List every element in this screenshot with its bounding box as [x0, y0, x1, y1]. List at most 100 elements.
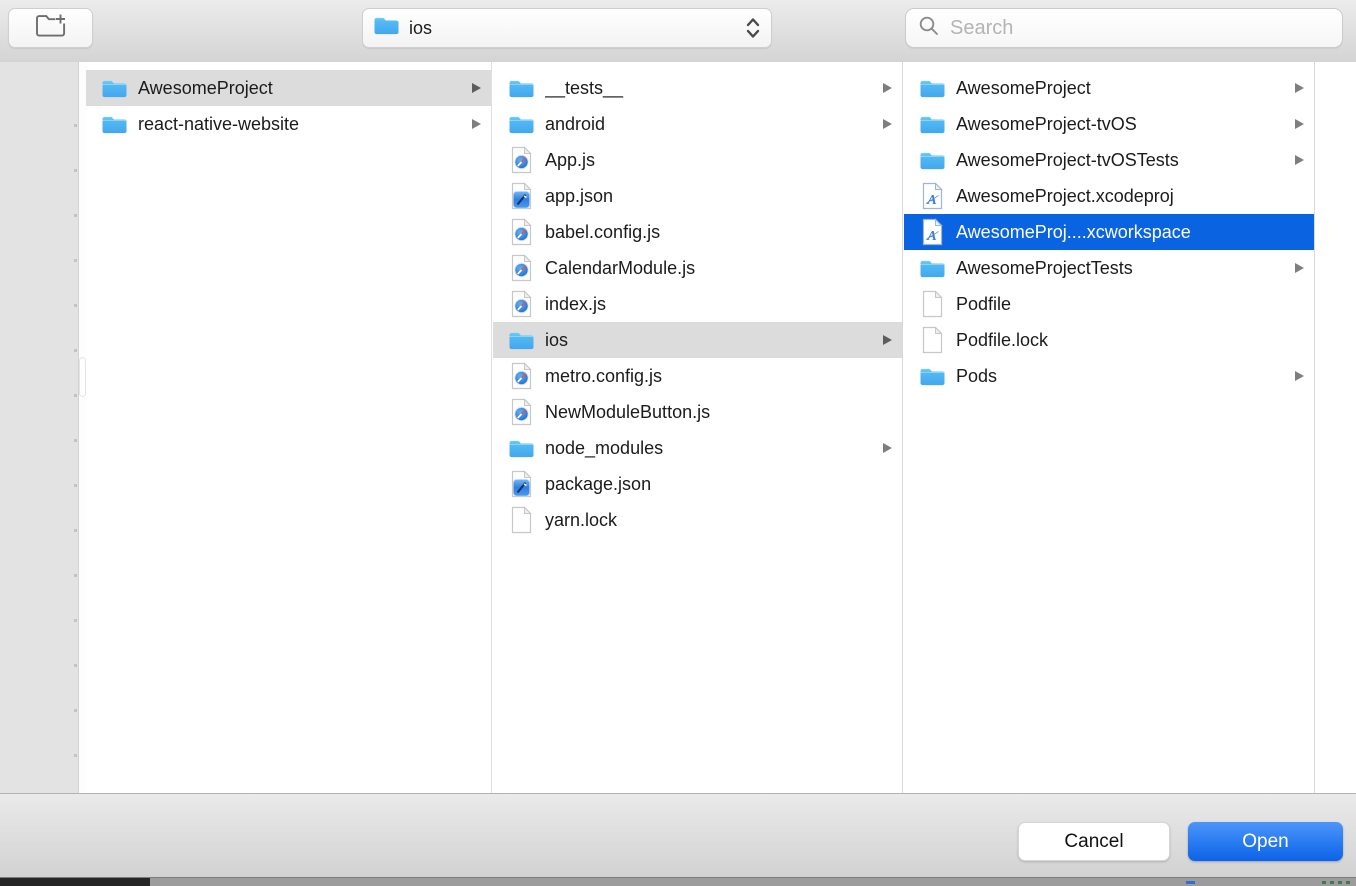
background-green-tick: [1322, 881, 1326, 884]
up-down-chevrons-icon: [745, 15, 761, 41]
list-item[interactable]: __tests__: [493, 70, 902, 106]
list-item[interactable]: app.json: [493, 178, 902, 214]
item-label: __tests__: [545, 78, 874, 99]
item-label: AwesomeProject-tvOSTests: [956, 150, 1286, 171]
list-item[interactable]: Pods: [904, 358, 1314, 394]
item-label: react-native-website: [138, 114, 463, 135]
item-label: AwesomeProject.xcodeproj: [956, 186, 1304, 207]
item-label: index.js: [545, 294, 892, 315]
disclosure-arrow-icon: [1295, 263, 1304, 273]
js-icon: [506, 362, 536, 390]
doc-icon: [917, 326, 947, 354]
list-item[interactable]: package.json: [493, 466, 902, 502]
list-item[interactable]: AAwesomeProj....xcworkspace: [904, 214, 1314, 250]
dialog-footer: Cancel Open: [0, 793, 1356, 877]
folder-icon: [506, 330, 536, 351]
search-field[interactable]: [905, 8, 1343, 48]
item-label: NewModuleButton.js: [545, 402, 892, 423]
list-item[interactable]: AwesomeProject: [86, 70, 491, 106]
xcode-icon: A: [917, 182, 947, 210]
dialog-toolbar: ios: [0, 0, 1356, 63]
list-item[interactable]: yarn.lock: [493, 502, 902, 538]
folder-icon: [917, 78, 947, 99]
folder-icon: [99, 78, 129, 99]
item-label: Podfile: [956, 294, 1304, 315]
new-folder-icon: [34, 12, 68, 44]
list-item[interactable]: node_modules: [493, 430, 902, 466]
list-item[interactable]: NewModuleButton.js: [493, 394, 902, 430]
disclosure-arrow-icon: [1295, 371, 1304, 381]
disclosure-arrow-icon: [1295, 83, 1304, 93]
js-icon: [506, 254, 536, 282]
list-item[interactable]: Podfile.lock: [904, 322, 1314, 358]
sidebar-scrollbar-track[interactable]: [79, 62, 86, 793]
folder-icon: [917, 150, 947, 171]
search-icon: [918, 15, 940, 42]
list-item[interactable]: ios: [493, 322, 902, 358]
list-item[interactable]: CalendarModule.js: [493, 250, 902, 286]
js-icon: [506, 218, 536, 246]
background-green-tick: [1338, 881, 1342, 884]
item-label: AwesomeProject: [138, 78, 463, 99]
background-green-tick: [1330, 881, 1334, 884]
folder-icon: [917, 114, 947, 135]
path-dropdown-value: ios: [409, 18, 432, 39]
browser-column-3: AwesomeProject AwesomeProject-tvOS Awesome…: [904, 62, 1315, 793]
item-label: app.json: [545, 186, 892, 207]
item-label: node_modules: [545, 438, 874, 459]
background-dark-segment: [0, 878, 150, 886]
item-label: AwesomeProject: [956, 78, 1286, 99]
file-open-dialog: ios AwesomeProjectreact-native-web: [0, 0, 1356, 886]
sidebar-scrollbar-thumb[interactable]: [79, 357, 86, 397]
folder-icon: [506, 438, 536, 459]
disclosure-arrow-icon: [472, 119, 481, 129]
item-label: metro.config.js: [545, 366, 892, 387]
item-label: AwesomeProj....xcworkspace: [956, 222, 1304, 243]
item-label: babel.config.js: [545, 222, 892, 243]
item-label: AwesomeProject-tvOS: [956, 114, 1286, 135]
folder-icon: [506, 114, 536, 135]
list-item[interactable]: babel.config.js: [493, 214, 902, 250]
list-item[interactable]: AwesomeProject-tvOS: [904, 106, 1314, 142]
folder-icon: [373, 15, 400, 41]
list-item[interactable]: metro.config.js: [493, 358, 902, 394]
list-item[interactable]: index.js: [493, 286, 902, 322]
sidebar-remnant: [0, 62, 79, 793]
item-label: package.json: [545, 474, 892, 495]
column-browser: AwesomeProject react-native-website __tes…: [0, 62, 1356, 793]
js-icon: [506, 398, 536, 426]
js-icon: [506, 290, 536, 318]
search-input[interactable]: [948, 16, 1330, 41]
disclosure-arrow-icon: [472, 83, 481, 93]
open-button[interactable]: Open: [1188, 822, 1343, 861]
disclosure-arrow-icon: [883, 83, 892, 93]
list-item[interactable]: A AwesomeProject.xcodeproj: [904, 178, 1314, 214]
item-label: yarn.lock: [545, 510, 892, 531]
folder-icon: [99, 114, 129, 135]
disclosure-arrow-icon: [883, 335, 892, 345]
folder-icon: [506, 78, 536, 99]
item-label: CalendarModule.js: [545, 258, 892, 279]
list-item[interactable]: react-native-website: [86, 106, 491, 142]
new-folder-button[interactable]: [8, 8, 93, 48]
background-blue-tick: [1186, 881, 1195, 884]
disclosure-arrow-icon: [883, 443, 892, 453]
list-item[interactable]: android: [493, 106, 902, 142]
cancel-button[interactable]: Cancel: [1018, 822, 1170, 861]
json-icon: [506, 470, 536, 498]
path-dropdown[interactable]: ios: [362, 8, 772, 48]
browser-column-1: AwesomeProject react-native-website: [86, 62, 492, 793]
disclosure-arrow-icon: [1295, 119, 1304, 129]
list-item[interactable]: AwesomeProject: [904, 70, 1314, 106]
item-label: Pods: [956, 366, 1286, 387]
browser-column-2: __tests__androidApp.js app.json babel.conf…: [493, 62, 903, 793]
js-icon: [506, 146, 536, 174]
list-item[interactable]: Podfile: [904, 286, 1314, 322]
sidebar-tick-marks: [74, 82, 77, 782]
item-label: Podfile.lock: [956, 330, 1304, 351]
list-item[interactable]: AwesomeProject-tvOSTests: [904, 142, 1314, 178]
list-item[interactable]: AwesomeProjectTests: [904, 250, 1314, 286]
disclosure-arrow-icon: [1295, 155, 1304, 165]
list-item[interactable]: App.js: [493, 142, 902, 178]
background-app-strip: [0, 877, 1356, 886]
